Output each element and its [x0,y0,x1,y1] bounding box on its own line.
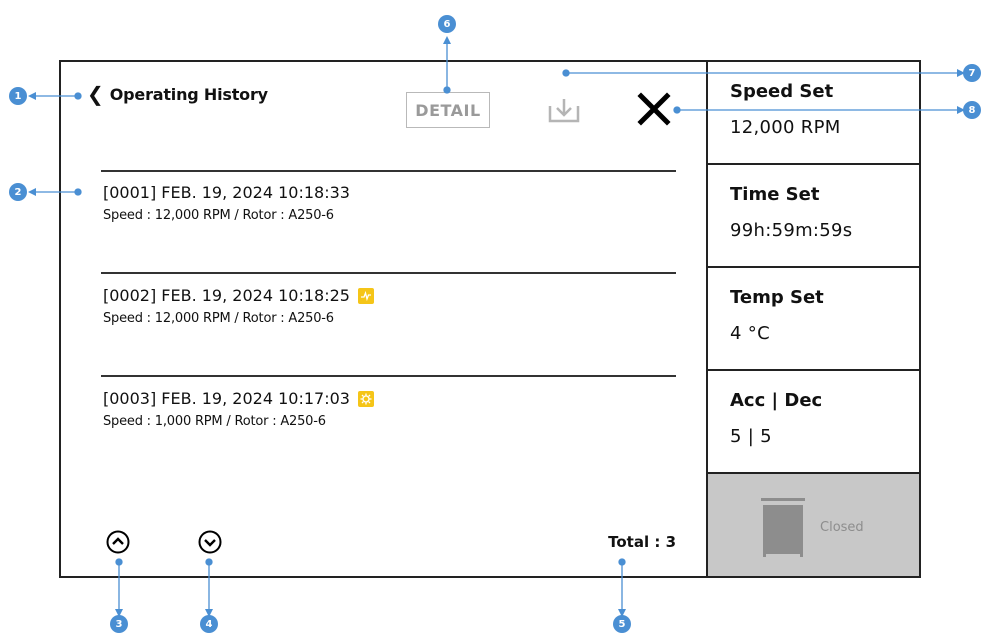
page-title: Operating History [109,84,268,104]
list-divider [101,272,676,274]
lid-status-cell: Closed [708,474,919,576]
gear-badge-icon [357,391,374,407]
chevron-up-circle-icon[interactable] [106,530,130,554]
record-details: Speed : 12,000 RPM / Rotor : A250-6 [103,208,334,223]
time-set-label: Time Set [730,184,820,205]
device-screen: ❮ Operating History DETAIL [0001] FEB. 1… [59,60,921,578]
callout-4: 4 [200,615,218,633]
callout-2: 2 [9,183,27,201]
time-set-cell[interactable]: Time Set 99h:59m:59s [708,165,919,268]
acc-dec-cell[interactable]: Acc | Dec 5 | 5 [708,371,919,474]
alarm-badge-icon [357,288,374,304]
record-title: [0003] FEB. 19, 2024 10:17:03 [103,389,350,408]
download-icon[interactable] [547,94,581,126]
acc-dec-value: 5 | 5 [730,426,772,447]
time-set-value: 99h:59m:59s [730,220,853,241]
settings-panel: Speed Set 12,000 RPM Time Set 99h:59m:59… [706,62,919,576]
callout-3: 3 [110,615,128,633]
list-item[interactable]: [0003] FEB. 19, 2024 10:17:03 Speed : 1,… [103,389,374,429]
list-item[interactable]: [0002] FEB. 19, 2024 10:18:25 Speed : 12… [103,286,374,326]
list-item[interactable]: [0001] FEB. 19, 2024 10:18:33 Speed : 12… [103,183,350,223]
detail-button[interactable]: DETAIL [406,92,490,128]
list-divider [101,170,676,172]
history-panel: ❮ Operating History DETAIL [0001] FEB. 1… [61,62,706,576]
speed-set-label: Speed Set [730,81,834,102]
lid-closed-icon [761,498,805,557]
temp-set-value: 4 °C [730,323,770,344]
callout-7: 7 [963,64,981,82]
record-title: [0001] FEB. 19, 2024 10:18:33 [103,183,350,202]
lid-status-text: Closed [820,520,864,535]
chevron-down-circle-icon[interactable] [198,530,222,554]
close-icon[interactable] [637,92,671,126]
temp-set-cell[interactable]: Temp Set 4 °C [708,268,919,371]
callout-8: 8 [963,101,981,119]
callout-1: 1 [9,87,27,105]
record-details: Speed : 1,000 RPM / Rotor : A250-6 [103,414,326,429]
callout-5: 5 [613,615,631,633]
back-button[interactable]: ❮ Operating History [87,84,268,104]
record-title: [0002] FEB. 19, 2024 10:18:25 [103,286,350,305]
list-divider [101,375,676,377]
callout-6: 6 [438,15,456,33]
record-details: Speed : 12,000 RPM / Rotor : A250-6 [103,311,334,326]
acc-dec-label: Acc | Dec [730,390,823,411]
total-count: Total : 3 [608,533,676,551]
speed-set-value: 12,000 RPM [730,117,841,138]
chevron-left-icon: ❮ [87,82,104,106]
temp-set-label: Temp Set [730,287,824,308]
speed-set-cell[interactable]: Speed Set 12,000 RPM [708,62,919,165]
